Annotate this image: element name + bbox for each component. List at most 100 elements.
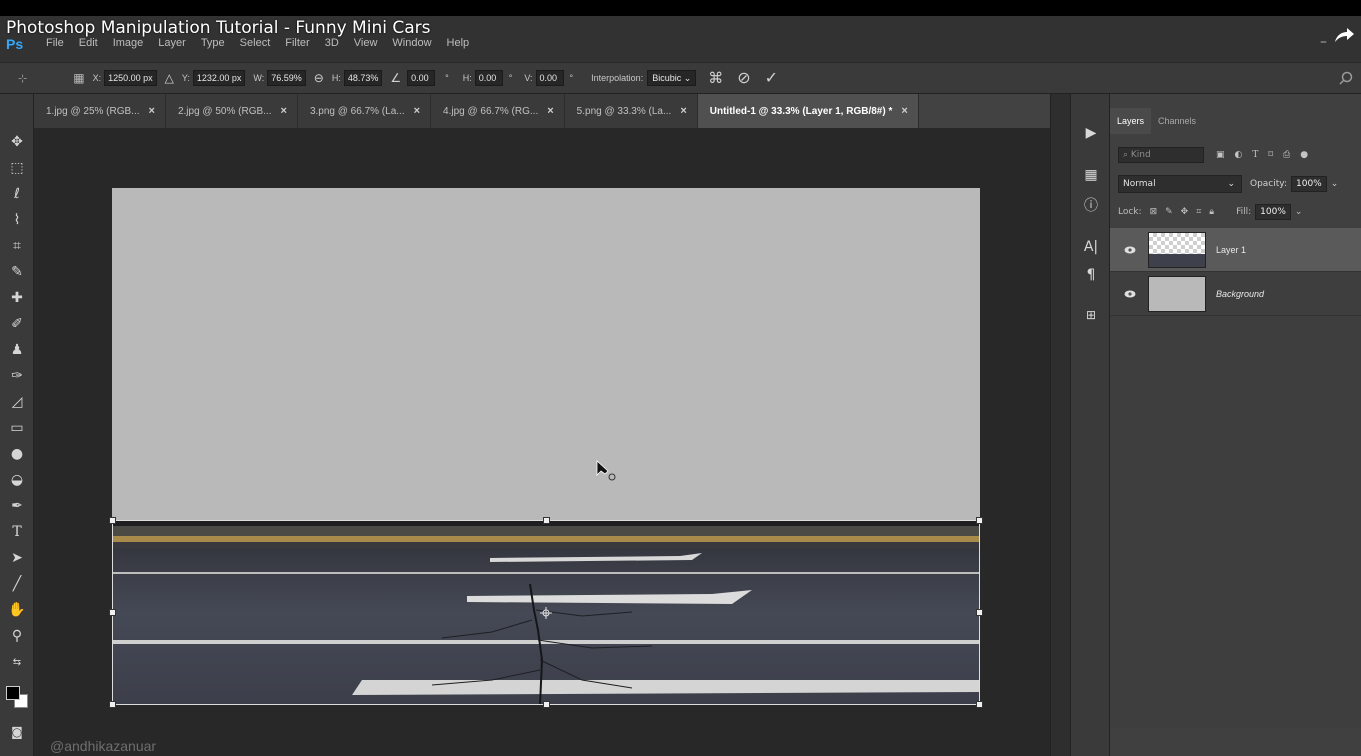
transform-handle-left[interactable] xyxy=(109,609,116,616)
path-selection-tool-icon[interactable]: ➤ xyxy=(7,548,27,568)
filter-shape-icon[interactable]: ⌑ xyxy=(1268,150,1273,160)
foreground-color-swatch[interactable] xyxy=(6,686,20,700)
menu-image[interactable]: Image xyxy=(113,37,144,49)
character-icon[interactable]: A| xyxy=(1079,236,1103,258)
pen-tool-icon[interactable]: ✒ xyxy=(7,496,27,516)
eyedropper-tool-icon[interactable]: ✎ xyxy=(7,262,27,282)
tab-untitled-1[interactable]: Untitled-1 @ 33.3% (Layer 1, RGB/8#) * × xyxy=(697,94,919,128)
canvas-area[interactable] xyxy=(34,128,1050,756)
lasso-tool-icon[interactable]: ℓ xyxy=(7,184,27,204)
transform-handle-right[interactable] xyxy=(976,609,983,616)
transform-handle-bottom[interactable] xyxy=(543,701,550,708)
eraser-tool-icon[interactable]: ◿ xyxy=(7,392,27,412)
delta-icon[interactable]: △ xyxy=(165,71,174,85)
brush-tool-icon[interactable]: ✐ xyxy=(7,314,27,334)
tab-1-jpg[interactable]: 1.jpg @ 25% (RGB... × xyxy=(34,94,166,128)
panel-dock-collapse[interactable] xyxy=(1050,94,1070,756)
quick-mask-icon[interactable]: ◙ xyxy=(7,722,27,742)
quick-select-tool-icon[interactable]: ⌇ xyxy=(7,210,27,230)
filter-toggle-icon[interactable]: ● xyxy=(1300,150,1308,160)
marquee-tool-icon[interactable]: ⬚ xyxy=(7,158,27,178)
tab-channels[interactable]: Channels xyxy=(1151,108,1203,134)
play-icon[interactable]: ▶ xyxy=(1079,122,1103,144)
zoom-tool-icon[interactable]: ⚲ xyxy=(7,626,27,646)
lock-artboard-icon[interactable]: ⌗ xyxy=(1196,207,1201,217)
menu-view[interactable]: View xyxy=(354,37,378,49)
crop-tool-icon[interactable]: ⌗ xyxy=(7,236,27,256)
fill-dropdown-icon[interactable]: ⌄ xyxy=(1295,207,1303,217)
history-brush-tool-icon[interactable]: ✑ xyxy=(7,366,27,386)
tab-layers[interactable]: Layers xyxy=(1110,108,1152,134)
transform-handle-bottom-right[interactable] xyxy=(976,701,983,708)
transform-handle-top[interactable] xyxy=(543,517,550,524)
filter-smart-icon[interactable]: ⎙ xyxy=(1283,150,1290,160)
search-icon[interactable] xyxy=(1339,71,1353,85)
height-field[interactable]: 48.73% xyxy=(343,70,383,86)
transform-handle-top-right[interactable] xyxy=(976,517,983,524)
opacity-dropdown-icon[interactable]: ⌄ xyxy=(1331,179,1339,189)
tab-close-icon[interactable]: × xyxy=(901,105,907,117)
minimize-button[interactable]: – xyxy=(1320,34,1327,50)
clone-stamp-tool-icon[interactable]: ♟ xyxy=(7,340,27,360)
reference-point-icon[interactable]: ▦ xyxy=(73,71,84,85)
commit-icon[interactable]: ✓ xyxy=(765,68,778,88)
move-tool-icon[interactable]: ✥ xyxy=(7,132,27,152)
document-canvas[interactable] xyxy=(109,188,983,708)
gradient-tool-icon[interactable]: ▭ xyxy=(7,418,27,438)
line-tool-icon[interactable]: ╱ xyxy=(7,574,27,594)
eye-icon[interactable] xyxy=(1120,246,1140,254)
reference-point-icon[interactable] xyxy=(540,607,552,619)
cancel-icon[interactable]: ⊘ xyxy=(737,68,750,88)
filter-adjustment-icon[interactable]: ◐ xyxy=(1235,150,1243,160)
lock-transparent-icon[interactable]: ⊠ xyxy=(1150,207,1158,217)
y-field[interactable]: 1232.00 px xyxy=(192,70,246,86)
v-skew-field[interactable]: 0.00 xyxy=(535,70,564,86)
menu-file[interactable]: File xyxy=(46,37,64,49)
lock-image-icon[interactable]: ✎ xyxy=(1165,207,1173,217)
fill-field[interactable]: 100% xyxy=(1255,204,1291,220)
paragraph-icon[interactable]: ¶ xyxy=(1079,264,1103,286)
swap-colors-icon[interactable]: ⇆ xyxy=(7,652,27,672)
link-icon[interactable]: ⊖ xyxy=(314,71,324,85)
width-field[interactable]: 76.59% xyxy=(267,70,306,86)
tab-close-icon[interactable]: × xyxy=(680,105,686,117)
opacity-field[interactable]: 100% xyxy=(1291,176,1327,192)
blend-mode-select[interactable]: Normal ⌄ xyxy=(1118,175,1242,193)
warp-icon[interactable]: ⌘ xyxy=(708,69,723,87)
share-icon[interactable] xyxy=(1333,26,1355,44)
filter-pixel-icon[interactable]: ▣ xyxy=(1216,150,1225,160)
layer-row-background[interactable]: Background xyxy=(1110,272,1361,316)
menu-window[interactable]: Window xyxy=(392,37,431,49)
h-skew-field[interactable]: 0.00 xyxy=(474,70,503,86)
transform-handle-bottom-left[interactable] xyxy=(109,701,116,708)
info-icon[interactable]: ⓘ xyxy=(1079,194,1103,216)
lock-position-icon[interactable]: ✥ xyxy=(1181,207,1189,217)
menu-select[interactable]: Select xyxy=(240,37,271,49)
tab-2-jpg[interactable]: 2.jpg @ 50% (RGB... × xyxy=(165,94,298,128)
tab-5-png[interactable]: 5.png @ 33.3% (La... × xyxy=(564,94,698,128)
blur-tool-icon[interactable]: ● xyxy=(7,444,27,464)
menu-edit[interactable]: Edit xyxy=(79,37,98,49)
tab-close-icon[interactable]: × xyxy=(547,105,553,117)
tab-3-png[interactable]: 3.png @ 66.7% (La... × xyxy=(297,94,432,128)
menu-3d[interactable]: 3D xyxy=(325,37,339,49)
glyph-icon[interactable]: ⊞ xyxy=(1079,304,1103,326)
tab-close-icon[interactable]: × xyxy=(149,105,155,117)
lock-all-icon[interactable]: 🔒︎ xyxy=(1209,207,1214,217)
x-field[interactable]: 1250.00 px xyxy=(104,70,157,86)
healing-brush-tool-icon[interactable]: ✚ xyxy=(7,288,27,308)
menu-layer[interactable]: Layer xyxy=(158,37,186,49)
filter-type-icon[interactable]: T xyxy=(1252,150,1258,160)
hand-tool-icon[interactable]: ✋ xyxy=(7,600,27,620)
layer-row-layer-1[interactable]: Layer 1 xyxy=(1110,228,1361,272)
interpolation-select[interactable]: Bicubic ⌄ xyxy=(647,70,697,86)
filter-kind-select[interactable]: ⌕ Kind xyxy=(1118,147,1204,163)
tab-close-icon[interactable]: × xyxy=(414,105,420,117)
eye-icon[interactable] xyxy=(1120,290,1140,298)
move-tool-preset-icon[interactable]: ⊹ xyxy=(18,72,27,85)
transform-handle-top-left[interactable] xyxy=(109,517,116,524)
grid-icon[interactable]: ▦ xyxy=(1079,164,1103,186)
tab-close-icon[interactable]: × xyxy=(281,105,287,117)
type-tool-icon[interactable]: T xyxy=(7,522,27,542)
menu-filter[interactable]: Filter xyxy=(285,37,309,49)
